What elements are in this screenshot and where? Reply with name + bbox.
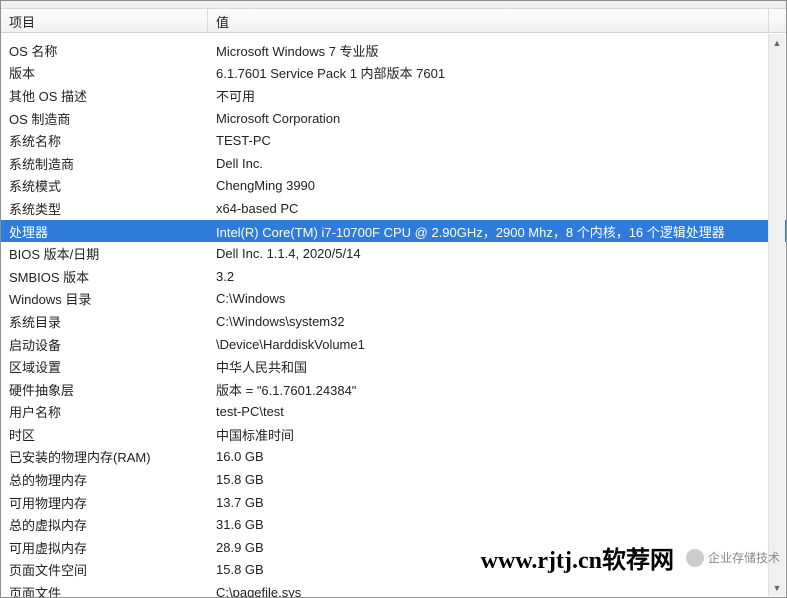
property-list[interactable]: OS 名称Microsoft Windows 7 专业版版本6.1.7601 S… (1, 33, 786, 597)
property-name: 系统模式 (1, 176, 208, 195)
property-value: 15.8 GB (208, 472, 786, 487)
property-name: OS 制造商 (1, 109, 208, 128)
property-name: 页面文件空间 (1, 560, 208, 579)
property-value: 3.2 (208, 269, 786, 284)
property-name: 系统目录 (1, 312, 208, 331)
property-value: 版本 = "6.1.7601.24384" (208, 380, 786, 399)
property-name: OS 名称 (1, 41, 208, 60)
table-row[interactable]: Windows 目录C:\Windows (1, 288, 786, 311)
table-row[interactable]: 总的虚拟内存31.6 GB (1, 513, 786, 536)
property-value: C:\Windows\system32 (208, 314, 786, 329)
table-row[interactable]: 总的物理内存15.8 GB (1, 468, 786, 491)
window-top-border (1, 1, 786, 9)
table-row[interactable]: 区域设置中华人民共和国 (1, 355, 786, 378)
property-value: 6.1.7601 Service Pack 1 内部版本 7601 (208, 63, 786, 82)
table-row[interactable]: 页面文件空间15.8 GB (1, 559, 786, 582)
table-row[interactable]: 已安装的物理内存(RAM)16.0 GB (1, 446, 786, 469)
table-row[interactable]: 版本6.1.7601 Service Pack 1 内部版本 7601 (1, 62, 786, 85)
system-info-panel: 项目 值 OS 名称Microsoft Windows 7 专业版版本6.1.7… (0, 0, 787, 598)
property-value: 28.9 GB (208, 540, 786, 555)
property-name: BIOS 版本/日期 (1, 244, 208, 263)
scroll-up-arrow-icon[interactable]: ▲ (769, 34, 785, 51)
table-row[interactable]: 系统模式ChengMing 3990 (1, 175, 786, 198)
table-row[interactable]: OS 名称Microsoft Windows 7 专业版 (1, 39, 786, 62)
property-name: 可用虚拟内存 (1, 538, 208, 557)
property-value: Dell Inc. (208, 156, 786, 171)
table-row[interactable]: 其他 OS 描述不可用 (1, 84, 786, 107)
property-value: Intel(R) Core(TM) i7-10700F CPU @ 2.90GH… (208, 222, 786, 241)
property-value: Dell Inc. 1.1.4, 2020/5/14 (208, 246, 786, 261)
property-value: Microsoft Corporation (208, 111, 786, 126)
property-value: \Device\HarddiskVolume1 (208, 337, 786, 352)
column-header-item[interactable]: 项目 (1, 9, 208, 32)
property-name: 启动设备 (1, 335, 208, 354)
property-value: test-PC\test (208, 404, 786, 419)
table-row[interactable]: 系统名称TEST-PC (1, 129, 786, 152)
property-name: Windows 目录 (1, 289, 208, 308)
property-name: 可用物理内存 (1, 493, 208, 512)
property-value: 31.6 GB (208, 517, 786, 532)
property-value: 16.0 GB (208, 449, 786, 464)
property-name: 区域设置 (1, 357, 208, 376)
table-row[interactable]: 处理器Intel(R) Core(TM) i7-10700F CPU @ 2.9… (1, 220, 786, 243)
property-name: 总的物理内存 (1, 470, 208, 489)
table-row[interactable]: OS 制造商Microsoft Corporation (1, 107, 786, 130)
column-header-value[interactable]: 值 (208, 9, 769, 32)
property-value: 不可用 (208, 86, 786, 105)
table-row[interactable]: 硬件抽象层版本 = "6.1.7601.24384" (1, 378, 786, 401)
property-value: TEST-PC (208, 133, 786, 148)
scroll-down-arrow-icon[interactable]: ▼ (769, 579, 785, 596)
property-name: 时区 (1, 425, 208, 444)
table-row[interactable]: 用户名称test-PC\test (1, 401, 786, 424)
property-value: ChengMing 3990 (208, 178, 786, 193)
property-name: 处理器 (1, 222, 208, 241)
property-name: 已安装的物理内存(RAM) (1, 447, 208, 466)
property-name: 系统类型 (1, 199, 208, 218)
property-value: 中国标准时间 (208, 425, 786, 444)
table-row[interactable]: 可用物理内存13.7 GB (1, 491, 786, 514)
property-name: 其他 OS 描述 (1, 86, 208, 105)
column-header-row: 项目 值 (1, 9, 786, 33)
property-value: Microsoft Windows 7 专业版 (208, 41, 786, 60)
table-row[interactable]: 时区中国标准时间 (1, 423, 786, 446)
property-value: C:\Windows (208, 291, 786, 306)
property-value: x64-based PC (208, 201, 786, 216)
property-name: 总的虚拟内存 (1, 515, 208, 534)
table-row[interactable]: 系统类型x64-based PC (1, 197, 786, 220)
property-name: SMBIOS 版本 (1, 267, 208, 286)
property-name: 硬件抽象层 (1, 380, 208, 399)
table-row[interactable]: 系统目录C:\Windows\system32 (1, 310, 786, 333)
table-row[interactable]: BIOS 版本/日期Dell Inc. 1.1.4, 2020/5/14 (1, 242, 786, 265)
property-name: 页面文件 (1, 583, 208, 597)
table-row[interactable]: SMBIOS 版本3.2 (1, 265, 786, 288)
property-value: 中华人民共和国 (208, 357, 786, 376)
property-value: C:\pagefile.sys (208, 585, 786, 597)
table-row[interactable]: 页面文件C:\pagefile.sys (1, 581, 786, 597)
table-row[interactable]: 启动设备\Device\HarddiskVolume1 (1, 333, 786, 356)
property-name: 系统名称 (1, 131, 208, 150)
scrollbar-track[interactable] (769, 51, 785, 579)
property-name: 用户名称 (1, 402, 208, 421)
table-row[interactable]: 可用虚拟内存28.9 GB (1, 536, 786, 559)
property-name: 系统制造商 (1, 154, 208, 173)
table-row[interactable]: 系统制造商Dell Inc. (1, 152, 786, 175)
property-name: 版本 (1, 63, 208, 82)
column-header-scroll-gap (769, 9, 786, 32)
property-value: 15.8 GB (208, 562, 786, 577)
vertical-scrollbar[interactable]: ▲ ▼ (768, 34, 785, 596)
property-value: 13.7 GB (208, 495, 786, 510)
